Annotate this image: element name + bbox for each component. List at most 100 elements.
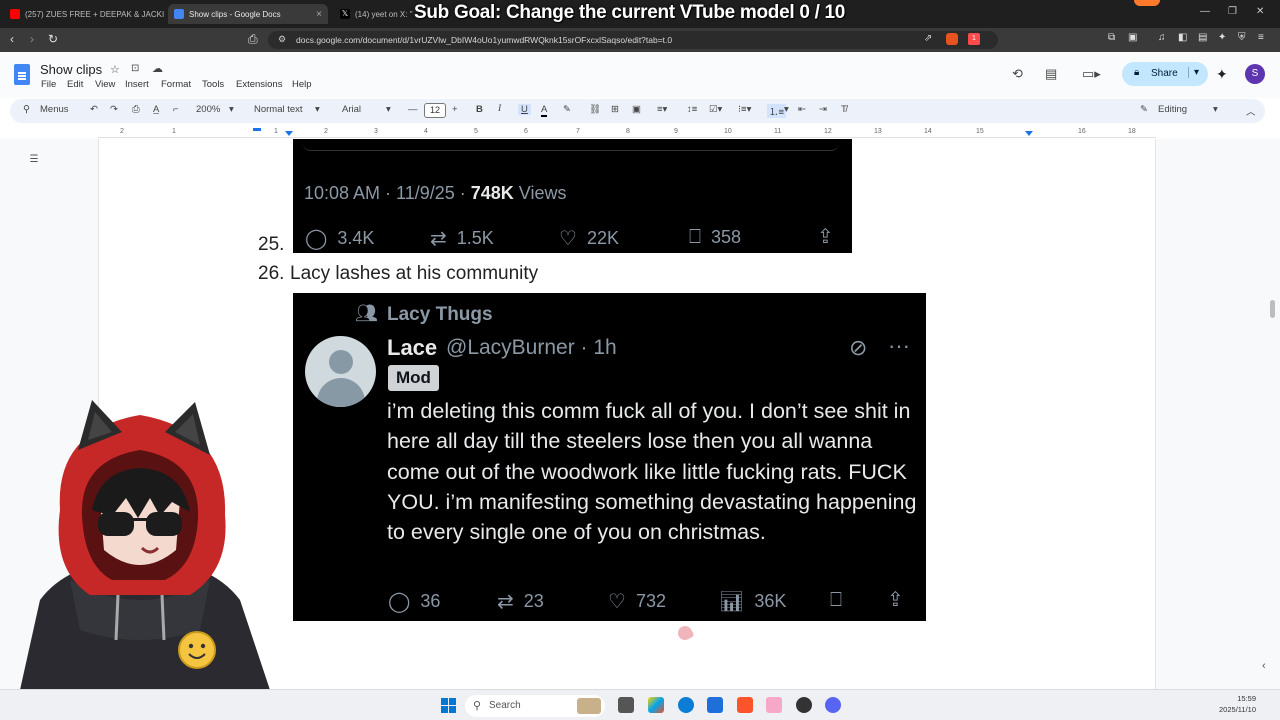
menu-file[interactable]: File [41,79,56,90]
decrease-font-icon[interactable]: — [408,104,418,115]
tweet-image-2[interactable]: 👥︎ Lacy Thugs Lace @LacyBurner · 1h ⊘ ··… [293,293,926,621]
align-icon[interactable]: ≡▾ [657,104,667,115]
document-outline-icon[interactable]: ☰ [24,154,44,172]
text-color-icon[interactable]: A [541,104,548,117]
chevron-down-icon[interactable]: ▾ [784,104,789,115]
close-window-icon[interactable]: ✕ [1256,6,1264,17]
ruler[interactable]: 2 1 1 2 3 4 5 6 7 8 9 10 11 12 13 14 15 … [98,126,1156,138]
menu-format[interactable]: Format [161,79,191,90]
chevron-down-icon[interactable]: ▾ [315,104,320,115]
menu-help[interactable]: Help [292,79,312,90]
clear-formatting-icon[interactable]: T̸ [841,104,847,115]
undo-icon[interactable]: ↶ [90,104,98,115]
zoom-select[interactable]: 200% [196,104,220,115]
print-icon[interactable]: ⎙ [132,104,140,115]
comment-icon[interactable]: ⊞ [611,104,619,115]
bold-icon[interactable]: B [476,104,483,115]
bulleted-list-icon[interactable]: ⁝≡▾ [738,104,751,115]
underline-icon[interactable]: U [518,104,531,115]
spellcheck-icon[interactable]: A̲ [153,104,159,115]
store-icon[interactable] [707,697,723,713]
left-indent-marker[interactable] [285,131,293,136]
google-docs-logo-icon[interactable] [14,64,30,85]
menus-search[interactable]: Menus [40,104,69,115]
chevron-up-icon[interactable]: ︿ [1246,104,1256,118]
obs-icon[interactable] [796,697,812,713]
menu-edit[interactable]: Edit [67,79,83,90]
maximize-icon[interactable]: ❐ [1228,6,1237,17]
list-item-text[interactable]: Lacy lashes at his community [290,263,538,285]
font-size-input[interactable]: 12 [424,103,446,118]
share-button[interactable]: 🔒︎ Share ▾ [1122,62,1208,86]
gemini-icon[interactable]: ✦ [1216,66,1228,83]
windows-start-icon[interactable] [441,698,456,713]
star-icon[interactable]: ☆ [110,63,120,76]
site-info-icon[interactable]: ⚙ [278,34,286,45]
screenshot-icon[interactable]: ▣ [1128,32,1137,43]
media-icon[interactable]: ♫ [1158,32,1166,43]
close-tab-icon[interactable]: × [308,9,322,20]
italic-icon[interactable]: I [498,104,501,114]
chevron-down-icon[interactable]: ▾ [229,104,234,115]
user-avatar[interactable]: S [1245,64,1265,84]
repost-stat: ⇄ 23 [497,589,544,614]
menu-insert[interactable]: Insert [125,79,149,90]
file-explorer-icon[interactable] [618,697,634,713]
edge-icon[interactable] [678,697,694,713]
style-select[interactable]: Normal text [254,104,303,115]
tweet-image-1[interactable]: 10:08 AM · 11/9/25 · 748K Views ◯ 3.4K ⇄ 1… [293,139,852,253]
reload-icon[interactable]: ↻ [48,32,58,46]
line-spacing-icon[interactable]: ↕≡ [687,104,697,115]
vpn-icon[interactable]: ⛨ [1238,32,1246,43]
menu-extensions[interactable]: Extensions [236,79,282,90]
chevron-down-icon[interactable]: ▾ [1188,67,1199,78]
chevron-down-icon[interactable]: ▾ [1213,104,1218,115]
back-icon[interactable]: ‹ [10,32,14,46]
browser-tab-x[interactable]: 𝕏 (14) yeet on X: " [334,4,414,24]
chevron-left-icon[interactable]: ‹ [1262,660,1266,672]
address-bar[interactable]: ⚙ docs.google.com/document/d/1vrUZVlw_Db… [268,31,998,49]
browser-tab-youtube[interactable]: (257) ZUES FREE + DEEPAK & JACKIE [4,4,164,24]
right-indent-marker[interactable] [1025,131,1033,136]
rewards-icon[interactable]: 1 [968,33,980,45]
search-icon[interactable]: ⚲ [23,104,30,115]
paint-format-icon[interactable]: ⌐ [173,104,179,115]
first-line-indent-marker[interactable] [253,128,261,131]
leo-ai-icon[interactable]: ✦ [1218,32,1226,43]
extension-icon[interactable]: ⧉ [1108,32,1115,43]
sidebar-icon[interactable]: ◧ [1178,32,1187,43]
move-folder-icon[interactable]: ⊡ [131,63,139,74]
checklist-icon[interactable]: ☑▾ [709,104,722,115]
increase-font-icon[interactable]: + [452,104,458,115]
redo-icon[interactable]: ↷ [110,104,118,115]
decrease-indent-icon[interactable]: ⇤ [798,104,806,115]
editing-mode-select[interactable]: Editing [1158,104,1187,115]
share-page-icon[interactable]: ⇗ [924,33,932,44]
version-history-icon[interactable]: ⟲ [1012,66,1023,82]
scrollbar-thumb[interactable] [1270,300,1275,318]
browser-tab-docs[interactable]: Show clips - Google Docs × [168,4,328,24]
minimize-icon[interactable]: — [1200,6,1210,17]
system-clock[interactable]: 15:59 2025/11/10 [1219,693,1256,715]
meet-icon[interactable]: ▭▸ [1082,66,1101,82]
chevron-down-icon[interactable]: ▾ [386,104,391,115]
forward-icon[interactable]: › [30,32,34,46]
document-title[interactable]: Show clips [40,62,102,77]
font-select[interactable]: Arial [342,104,361,115]
image-icon[interactable]: ▣ [632,104,641,115]
menu-tools[interactable]: Tools [202,79,224,90]
wallet-icon[interactable]: ▤ [1198,32,1207,43]
increase-indent-icon[interactable]: ⇥ [819,104,827,115]
link-icon[interactable]: ⛓ [589,104,601,115]
taskbar-search[interactable]: ⚲ Search [465,695,605,717]
copilot-icon[interactable] [648,697,664,713]
bookmark-icon[interactable]: ⎙ [248,32,258,47]
menu-view[interactable]: View [95,79,115,90]
menu-icon[interactable]: ≡ [1258,32,1264,43]
discord-icon[interactable] [825,697,841,713]
comments-icon[interactable]: ▤ [1045,66,1057,82]
brave-icon[interactable] [737,697,753,713]
vtube-studio-icon[interactable] [766,697,782,713]
brave-shields-icon[interactable] [946,33,958,45]
highlight-icon[interactable]: ✎ [563,104,571,115]
